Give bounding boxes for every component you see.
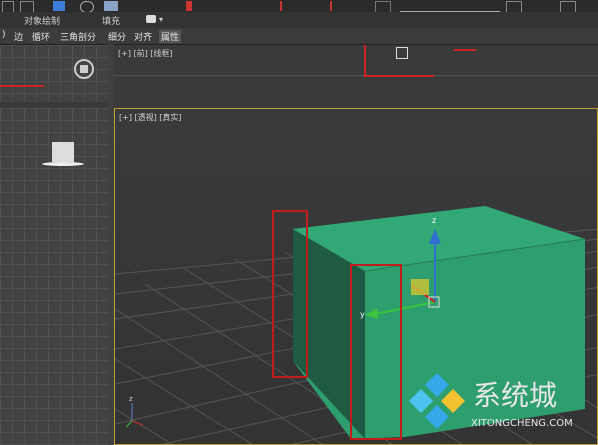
tab-align[interactable]: 对齐 bbox=[132, 30, 154, 43]
axis-line bbox=[0, 85, 44, 87]
gizmo-box-icon bbox=[396, 47, 408, 59]
watermark-brand-en: XITONGCHENG.COM bbox=[471, 418, 573, 429]
watermark-brand-cn: 系统城 bbox=[473, 379, 557, 412]
x-axis-arrow bbox=[454, 49, 476, 51]
axis-tripod-icon: z bbox=[125, 395, 144, 428]
object-preview-icon bbox=[52, 142, 74, 162]
viewport-front-label[interactable]: [+] [前] [线框] bbox=[118, 48, 173, 59]
viewport-left[interactable] bbox=[0, 108, 108, 445]
select-move-icon[interactable] bbox=[53, 1, 65, 11]
pivot-icon[interactable] bbox=[186, 1, 192, 11]
scale-icon[interactable] bbox=[104, 1, 118, 11]
fill-tab[interactable]: 填充 bbox=[102, 14, 120, 27]
viewcube-icon[interactable] bbox=[74, 59, 94, 79]
chevron-down-icon[interactable]: ▾ bbox=[159, 15, 163, 24]
tab-loop[interactable]: 循环 bbox=[30, 30, 52, 43]
gizmo-z-label: z bbox=[432, 216, 436, 225]
tripod-z-label: z bbox=[129, 395, 133, 403]
object-paint-tab[interactable]: 对象绘制 bbox=[24, 14, 60, 27]
modeling-ribbon-tabs: ) 边 循环 三角剖分 细分 对齐 属性 bbox=[0, 28, 598, 45]
tab-triangulate[interactable]: 三角剖分 bbox=[58, 30, 98, 43]
angle-snap-icon[interactable] bbox=[330, 1, 350, 11]
viewport-perspective[interactable]: z y z 系统城 XITONGCHENG.COM [+] [透视] [真实] bbox=[114, 108, 598, 445]
viewport-perspective-label[interactable]: [+] [透视] [真实] bbox=[119, 112, 182, 123]
gizmo-y-label: y bbox=[360, 310, 365, 319]
viewport-front[interactable]: [+] [前] [线框] bbox=[114, 45, 598, 102]
tab-properties[interactable]: 属性 bbox=[159, 30, 182, 43]
snap-toggle-icon[interactable] bbox=[280, 1, 304, 11]
ribbon-bar: 对象绘制 填充 ▾ bbox=[0, 12, 598, 28]
tab-partial-icon[interactable]: ) bbox=[0, 30, 8, 40]
tab-edge[interactable]: 边 bbox=[12, 30, 25, 43]
named-selection-field[interactable] bbox=[400, 1, 500, 12]
tab-subdivide[interactable]: 细分 bbox=[106, 30, 128, 43]
viewport-top-left[interactable] bbox=[0, 45, 108, 102]
dropdown-icon[interactable] bbox=[146, 15, 156, 23]
axis-line bbox=[364, 45, 366, 75]
